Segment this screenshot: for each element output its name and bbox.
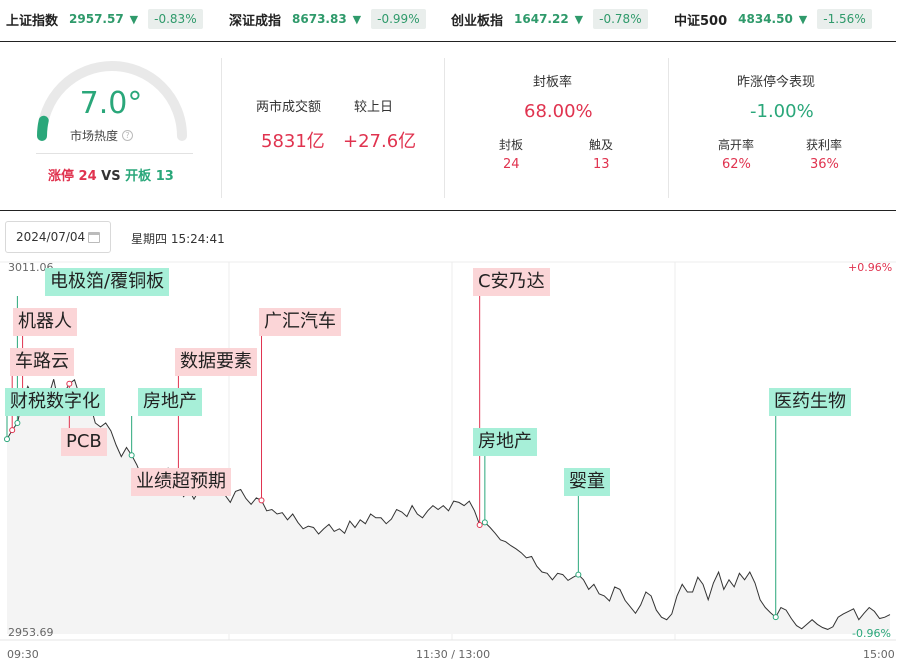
intraday-chart[interactable]: 3011.06 2953.69 +0.96% -0.96% 09:30 11:3… (0, 258, 903, 672)
index-change-badge: -1.56% (817, 9, 872, 29)
down-arrow-icon: ▼ (798, 12, 808, 26)
vs-label: VS (101, 169, 121, 184)
index-change-badge: -0.83% (148, 9, 203, 29)
divider (36, 153, 193, 154)
index-item-csi500[interactable]: 中证500 4834.50 ▼ -1.56% (674, 7, 872, 31)
sector-tag[interactable]: 数据要素 (175, 348, 257, 376)
seal-rate-value: 68.00% (524, 101, 593, 122)
tag-anchor-dot (476, 521, 483, 528)
down-arrow-icon: ▼ (352, 12, 362, 26)
sector-tag[interactable]: 医药生物 (769, 388, 851, 416)
divider (444, 58, 445, 198)
chart-canvas (0, 261, 896, 641)
tag-anchor-dot (4, 436, 10, 443)
date-picker[interactable]: 2024/07/04 (5, 221, 111, 253)
sector-tag[interactable]: 房地产 (473, 428, 537, 456)
tag-anchor-dot (575, 571, 582, 578)
limit-summary: 涨停 24 VS 开板 13 (48, 165, 174, 184)
yesterday-value: -1.00% (750, 101, 814, 122)
heat-label-row: 市场热度 ? (70, 127, 160, 144)
x-label-start: 09:30 (7, 648, 39, 661)
tag-anchor-dot (66, 380, 73, 387)
index-value: 8673.83 (292, 12, 347, 26)
yesterday-title: 昨涨停今表现 (737, 75, 816, 90)
tag-anchor-dot (9, 427, 16, 434)
tag-anchor-dot (772, 614, 779, 621)
index-name: 上证指数 (6, 13, 59, 29)
sector-tag[interactable]: 房地产 (138, 388, 202, 416)
down-arrow-icon: ▼ (129, 12, 139, 26)
calendar-icon (88, 231, 100, 243)
prev-day-diff: +27.6亿 (343, 131, 417, 152)
seal-rate-title: 封板率 (533, 75, 573, 90)
index-item-chinext[interactable]: 创业板指 1647.22 ▼ -0.78% (451, 7, 648, 31)
index-name: 创业板指 (451, 13, 504, 29)
index-item-shenzhen[interactable]: 深证成指 8673.83 ▼ -0.99% (229, 7, 426, 31)
profit-label: 获利率 (806, 138, 843, 152)
sector-tag[interactable]: 机器人 (13, 308, 77, 336)
index-item-shanghai[interactable]: 上证指数 2957.57 ▼ -0.83% (6, 7, 203, 31)
index-name: 中证500 (674, 13, 728, 29)
sealed-label: 封板 (499, 138, 524, 152)
divider (668, 58, 669, 198)
x-label-mid: 11:30 / 13:00 (416, 648, 491, 661)
pct-top-label: +0.96% (848, 261, 893, 274)
high-open-value: 62% (722, 157, 751, 172)
prev-day-label: 较上日 (354, 100, 394, 115)
sector-tag[interactable]: 广汇汽车 (259, 308, 341, 336)
touched-label: 触及 (589, 138, 614, 152)
limit-up-label: 涨停 (48, 169, 75, 184)
date-value: 2024/07/04 (16, 230, 86, 244)
tag-anchor-dot (128, 452, 135, 459)
profit-value: 36% (810, 157, 839, 172)
divider (221, 58, 222, 198)
pct-bottom-label: -0.96% (852, 627, 891, 640)
index-value: 1647.22 (514, 12, 569, 26)
sealed-count: 24 (503, 157, 520, 172)
heat-label: 市场热度 (70, 129, 119, 143)
index-name: 深证成指 (229, 13, 282, 29)
heat-value: 7.0° (79, 86, 143, 121)
sector-tag[interactable]: 业绩超预期 (131, 468, 231, 496)
sector-tag[interactable]: 车路云 (10, 348, 74, 376)
sector-tag[interactable]: PCB (61, 428, 107, 456)
tag-anchor-dot (481, 519, 488, 526)
index-change-badge: -0.78% (593, 9, 648, 29)
limit-up-count: 24 (78, 169, 97, 184)
tag-anchor-dot (258, 497, 265, 504)
index-value: 2957.57 (69, 12, 124, 26)
tag-anchor-dot (14, 420, 21, 427)
help-icon[interactable]: ? (122, 130, 134, 141)
turnover-label: 两市成交额 (256, 100, 322, 115)
broken-label: 开板 (125, 169, 152, 184)
index-value: 4834.50 (738, 12, 793, 26)
weekday-time: 星期四 15:24:41 (131, 232, 225, 246)
divider (0, 210, 896, 211)
index-bar: 上证指数 2957.57 ▼ -0.83% 深证成指 8673.83 ▼ -0.… (0, 0, 903, 42)
market-stats-panel: 7.0° 市场热度 ? 涨停 24 VS 开板 13 两市成交额 较上日 583… (0, 42, 903, 212)
index-change-badge: -0.99% (371, 9, 426, 29)
down-arrow-icon: ▼ (574, 12, 584, 26)
sector-tag[interactable]: 电极箔/覆铜板 (45, 268, 170, 296)
sector-tag[interactable]: 财税数字化 (5, 388, 105, 416)
y-bottom-label: 2953.69 (8, 626, 54, 639)
sector-tag[interactable]: C安乃达 (473, 268, 550, 296)
sector-tag[interactable]: 婴童 (564, 468, 610, 496)
x-label-end: 15:00 (863, 648, 895, 661)
touched-count: 13 (593, 157, 610, 172)
high-open-label: 高开率 (718, 138, 755, 152)
broken-count: 13 (155, 169, 174, 184)
turnover-value: 5831亿 (261, 131, 325, 152)
price-area (7, 379, 890, 634)
